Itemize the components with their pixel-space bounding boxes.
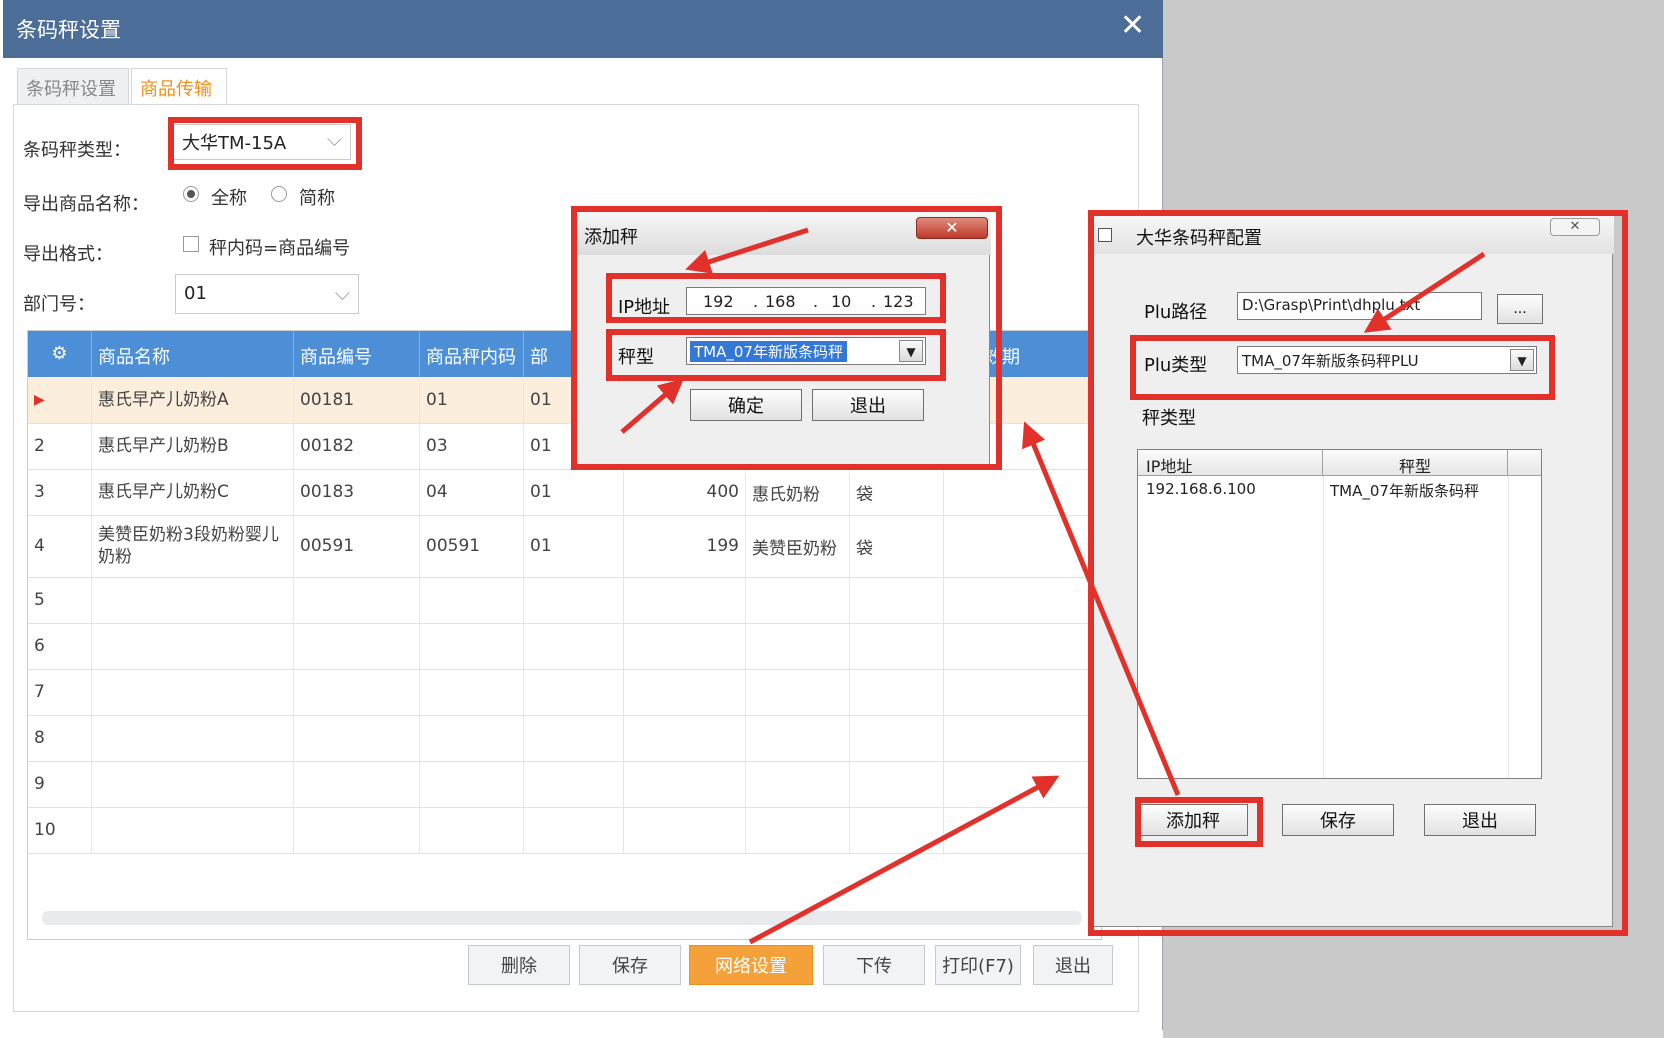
- arrow-network-to-config: [748, 775, 1060, 945]
- arrow-to-scale-model: [620, 378, 684, 434]
- arrow-add-scale-to-dialog: [1022, 421, 1181, 796]
- arrow-to-plu-type: [1363, 251, 1486, 333]
- annotation-arrows: [620, 227, 1486, 945]
- arrow-to-add-title: [685, 227, 809, 274]
